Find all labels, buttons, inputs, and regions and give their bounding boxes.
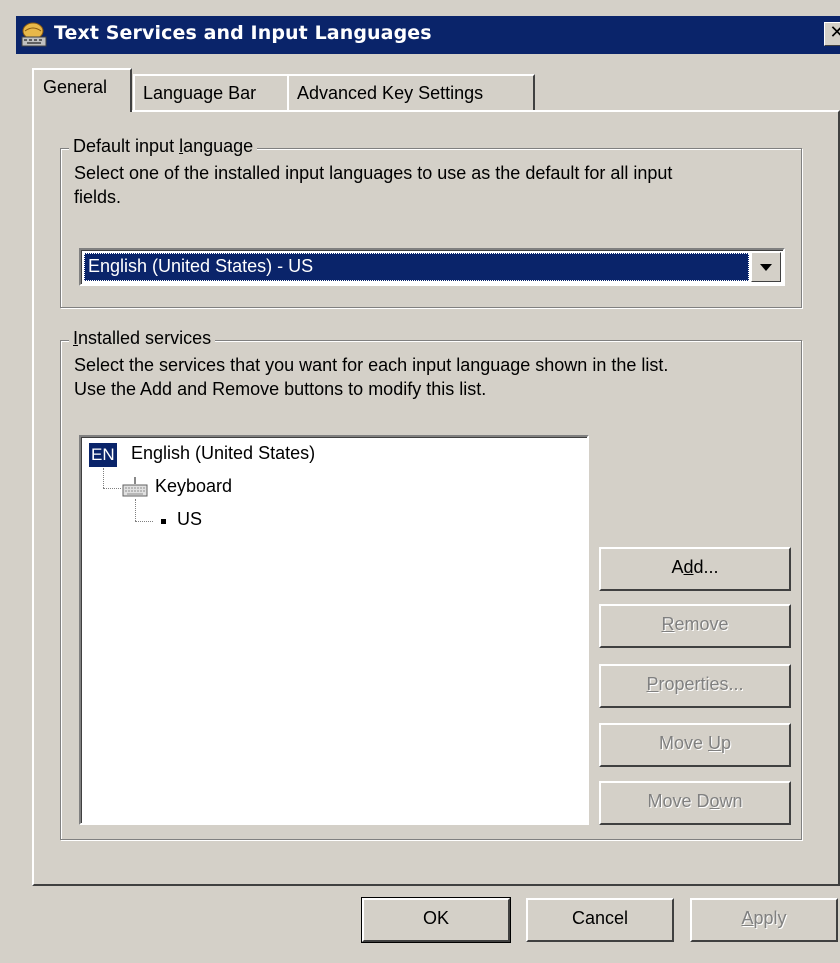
bullet-icon bbox=[161, 519, 166, 524]
title-bar[interactable]: Text Services and Input Languages ✕ bbox=[16, 16, 840, 54]
tree-item-language[interactable]: English (United States) bbox=[131, 443, 315, 464]
dialog-window: Text Services and Input Languages ✕ Gene… bbox=[0, 0, 840, 963]
add-button[interactable]: Add... bbox=[599, 547, 791, 591]
window-title: Text Services and Input Languages bbox=[54, 22, 432, 44]
installed-services-description: Select the services that you want for ea… bbox=[74, 355, 669, 399]
tab-label: General bbox=[43, 77, 108, 97]
move-up-button[interactable]: Move Up bbox=[599, 723, 791, 767]
remove-button[interactable]: Remove bbox=[599, 604, 791, 648]
default-language-legend: Default input language bbox=[69, 136, 258, 157]
default-language-value: English (United States) - US bbox=[84, 253, 749, 281]
tree-connector bbox=[103, 468, 104, 488]
tab-label: Language Bar bbox=[143, 83, 257, 103]
tree-item-layout[interactable]: US bbox=[177, 509, 202, 530]
apply-button[interactable]: Apply bbox=[690, 898, 838, 942]
close-icon: ✕ bbox=[829, 22, 840, 43]
tab-advanced-key-settings[interactable]: Advanced Key Settings bbox=[287, 74, 535, 112]
default-language-description: Select one of the installed input langua… bbox=[74, 163, 673, 207]
installed-services-legend: Installed services bbox=[69, 328, 216, 349]
installed-services-tree[interactable]: EN English (United States) Keyboard US bbox=[79, 435, 589, 825]
keyboard-icon bbox=[122, 477, 148, 497]
tab-general[interactable]: General bbox=[32, 68, 132, 112]
tree-connector bbox=[135, 499, 136, 521]
tree-connector bbox=[135, 521, 153, 522]
move-down-button[interactable]: Move Down bbox=[599, 781, 791, 825]
default-language-dropdown[interactable]: English (United States) - US bbox=[79, 248, 785, 286]
keyboard-globe-icon bbox=[21, 22, 47, 47]
ok-button[interactable]: OK bbox=[361, 897, 511, 943]
chevron-down-icon[interactable] bbox=[751, 252, 781, 282]
cancel-button[interactable]: Cancel bbox=[526, 898, 674, 942]
tree-connector bbox=[103, 488, 121, 489]
installed-services-group: Installed services Select the services t… bbox=[60, 328, 802, 840]
tab-page-general: Default input language Select one of the… bbox=[32, 110, 840, 886]
properties-button[interactable]: Properties... bbox=[599, 664, 791, 708]
tab-language-bar[interactable]: Language Bar bbox=[133, 74, 289, 112]
tab-label: Advanced Key Settings bbox=[297, 83, 484, 103]
close-button[interactable]: ✕ bbox=[824, 22, 840, 46]
tree-item-keyboard[interactable]: Keyboard bbox=[155, 476, 232, 497]
default-language-group: Default input language Select one of the… bbox=[60, 136, 802, 308]
language-badge: EN bbox=[89, 443, 117, 467]
